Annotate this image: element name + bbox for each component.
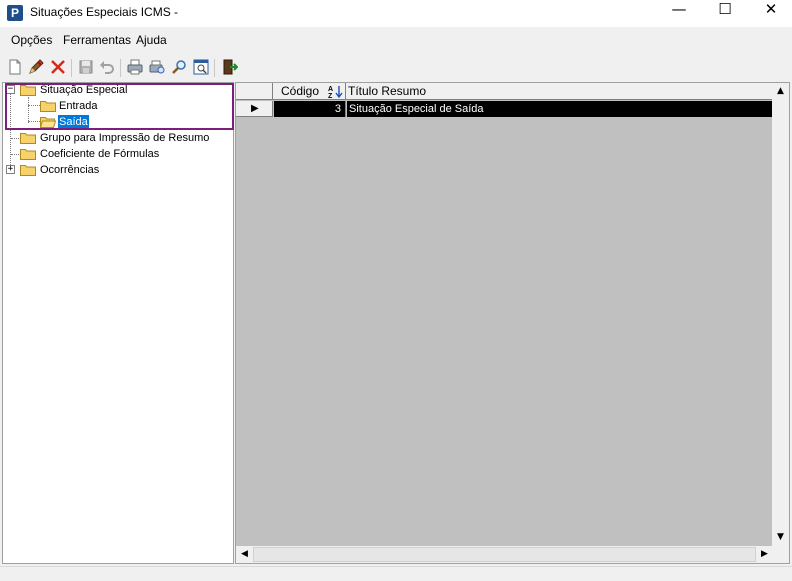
- column-header-label: Código: [281, 84, 320, 98]
- close-button[interactable]: ✕: [748, 0, 792, 27]
- scroll-up-button[interactable]: ▲: [772, 83, 789, 100]
- scrollbar-corner: [772, 546, 789, 563]
- toolbar-separator: [120, 59, 121, 77]
- folder-icon: [20, 147, 36, 160]
- folder-icon: [20, 163, 36, 176]
- new-document-icon[interactable]: [6, 58, 24, 76]
- maximize-button[interactable]: ☐: [702, 0, 748, 27]
- tree-node-ocorrencias[interactable]: + Ocorrências: [3, 162, 233, 178]
- highlight-annotation: [5, 83, 234, 130]
- expand-toggle[interactable]: +: [6, 165, 15, 174]
- column-header-titulo[interactable]: Título Resumo: [346, 83, 773, 100]
- row-indicator: ▶: [236, 101, 273, 117]
- cell-titulo[interactable]: Situação Especial de Saída: [347, 101, 773, 117]
- tree-node-label: Coeficiente de Fórmulas: [40, 148, 160, 160]
- scroll-right-button[interactable]: ▶: [756, 546, 773, 563]
- menu-bar: Opções Ferramentas Ajuda: [0, 30, 792, 52]
- svg-text:A: A: [328, 86, 333, 93]
- header-indicator-cell: [236, 83, 273, 100]
- tree-panel: − Situação Especial Entrada Saída Grupo …: [2, 82, 234, 564]
- zoom-window-icon[interactable]: [192, 58, 210, 76]
- menu-ferramentas[interactable]: Ferramentas: [63, 33, 131, 47]
- window-title: Situações Especiais ICMS -: [30, 5, 179, 19]
- folder-icon: [20, 131, 36, 144]
- menu-ajuda[interactable]: Ajuda: [136, 33, 167, 47]
- print-icon[interactable]: [126, 58, 144, 76]
- grid-header: Código AZ Título Resumo: [236, 83, 773, 100]
- minimize-button[interactable]: —: [656, 0, 702, 27]
- exit-door-icon[interactable]: [220, 58, 238, 76]
- print-preview-icon[interactable]: [148, 58, 166, 76]
- tree-node-coeficiente[interactable]: Coeficiente de Fórmulas: [3, 146, 233, 162]
- tree-node-label: Ocorrências: [40, 164, 100, 176]
- save-icon[interactable]: [77, 58, 95, 76]
- tree-node-label: Grupo para Impressão de Resumo: [40, 132, 210, 144]
- tree-node-grupo-impressao[interactable]: Grupo para Impressão de Resumo: [3, 130, 233, 146]
- status-bar: [0, 566, 792, 581]
- toolbar-separator: [214, 59, 215, 77]
- column-header-label: Título Resumo: [348, 84, 427, 98]
- title-bar: P Situações Especiais ICMS - — ☐ ✕: [0, 0, 792, 27]
- toolbar-separator: [71, 59, 72, 77]
- row-pointer-icon: ▶: [251, 103, 259, 114]
- search-icon[interactable]: [170, 58, 188, 76]
- app-icon: P: [7, 5, 23, 21]
- horizontal-scrollbar[interactable]: ◀ ▶: [236, 546, 773, 563]
- toolbar: [0, 55, 792, 81]
- scroll-down-button[interactable]: ▼: [772, 529, 789, 546]
- cell-codigo[interactable]: 3: [274, 101, 346, 117]
- delete-x-icon[interactable]: [49, 58, 67, 76]
- undo-icon[interactable]: [98, 58, 116, 76]
- edit-pencil-icon[interactable]: [27, 58, 45, 76]
- scroll-left-button[interactable]: ◀: [236, 546, 253, 563]
- data-grid: Código AZ Título Resumo ▶ 3 Situação Esp…: [235, 82, 790, 564]
- table-row[interactable]: ▶ 3 Situação Especial de Saída: [236, 101, 773, 117]
- sort-az-icon[interactable]: AZ: [328, 84, 343, 100]
- column-header-codigo[interactable]: Código AZ: [273, 83, 346, 100]
- application-window: P Situações Especiais ICMS - — ☐ ✕ Opçõe…: [0, 0, 792, 581]
- horizontal-scroll-thumb[interactable]: [253, 547, 756, 562]
- vertical-scrollbar[interactable]: ▲ ▼: [772, 83, 789, 546]
- menu-opcoes[interactable]: Opções: [11, 33, 52, 47]
- svg-text:Z: Z: [328, 93, 333, 99]
